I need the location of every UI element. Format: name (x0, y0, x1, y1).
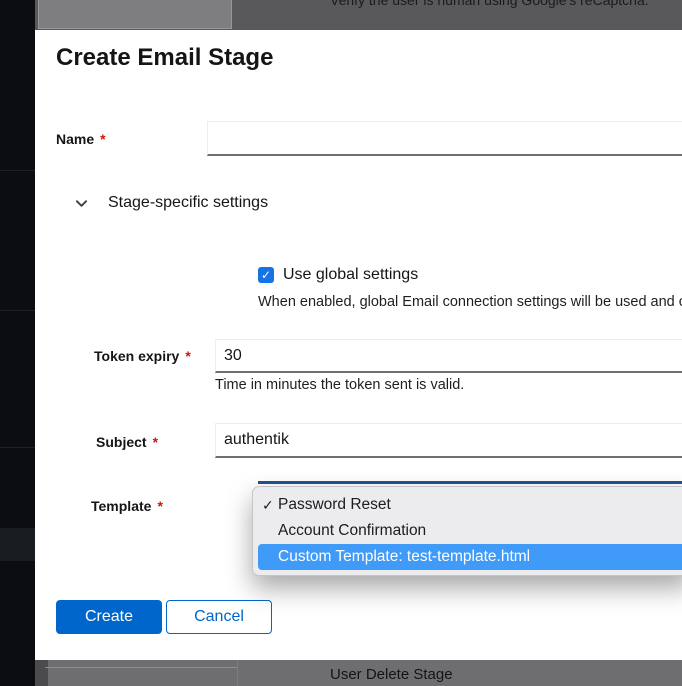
token-expiry-label: Token expiry* (94, 348, 191, 364)
dropdown-option-password-reset[interactable]: ✓ Password Reset (253, 492, 682, 518)
dropdown-option-custom-template[interactable]: Custom Template: test-template.html (258, 544, 682, 570)
background-stage-name: User Delete Stage (330, 666, 453, 683)
name-input[interactable] (207, 121, 682, 156)
use-global-settings-checkbox[interactable]: ✓ (258, 267, 274, 283)
background-table-cell (38, 0, 232, 29)
global-settings-help-text: When enabled, global Email connection se… (258, 294, 682, 310)
subject-input[interactable] (215, 423, 682, 458)
chevron-down-icon (75, 197, 88, 210)
sidebar-divider (0, 447, 35, 448)
token-expiry-input[interactable] (215, 339, 682, 373)
checkmark-icon: ✓ (261, 269, 271, 281)
template-select-dropdown: ✓ Password Reset Account Confirmation Cu… (252, 486, 682, 576)
selected-check-icon: ✓ (262, 492, 276, 518)
background-column-divider (237, 660, 238, 686)
cancel-button[interactable]: Cancel (166, 600, 272, 634)
modal-title: Create Email Stage (56, 44, 273, 72)
required-asterisk: * (153, 434, 158, 450)
required-asterisk: * (100, 131, 105, 147)
background-recaptcha-description: Verify the user is human using Google's … (330, 0, 649, 8)
template-label: Template* (91, 498, 163, 514)
sidebar-active-item (0, 528, 35, 561)
stage-specific-settings-toggle[interactable]: Stage-specific settings (75, 194, 268, 212)
app-sidebar (0, 0, 35, 686)
background-table-border (45, 667, 238, 668)
group-title: Stage-specific settings (108, 194, 268, 212)
sidebar-divider (0, 310, 35, 311)
dropdown-option-account-confirmation[interactable]: Account Confirmation (253, 518, 682, 544)
token-expiry-help-text: Time in minutes the token sent is valid. (215, 377, 464, 393)
subject-label: Subject* (96, 434, 158, 450)
template-select-focus-border[interactable] (258, 481, 682, 484)
required-asterisk: * (185, 348, 190, 364)
sidebar-divider (0, 170, 35, 171)
name-label: Name* (56, 131, 106, 147)
use-global-settings-label: Use global settings (283, 266, 418, 284)
use-global-settings-row: ✓ Use global settings (258, 266, 418, 284)
required-asterisk: * (157, 498, 162, 514)
page-backdrop-top: Verify the user is human using Google's … (35, 0, 682, 30)
create-button[interactable]: Create (56, 600, 162, 634)
page-backdrop-bottom: User Delete Stage (35, 660, 682, 686)
